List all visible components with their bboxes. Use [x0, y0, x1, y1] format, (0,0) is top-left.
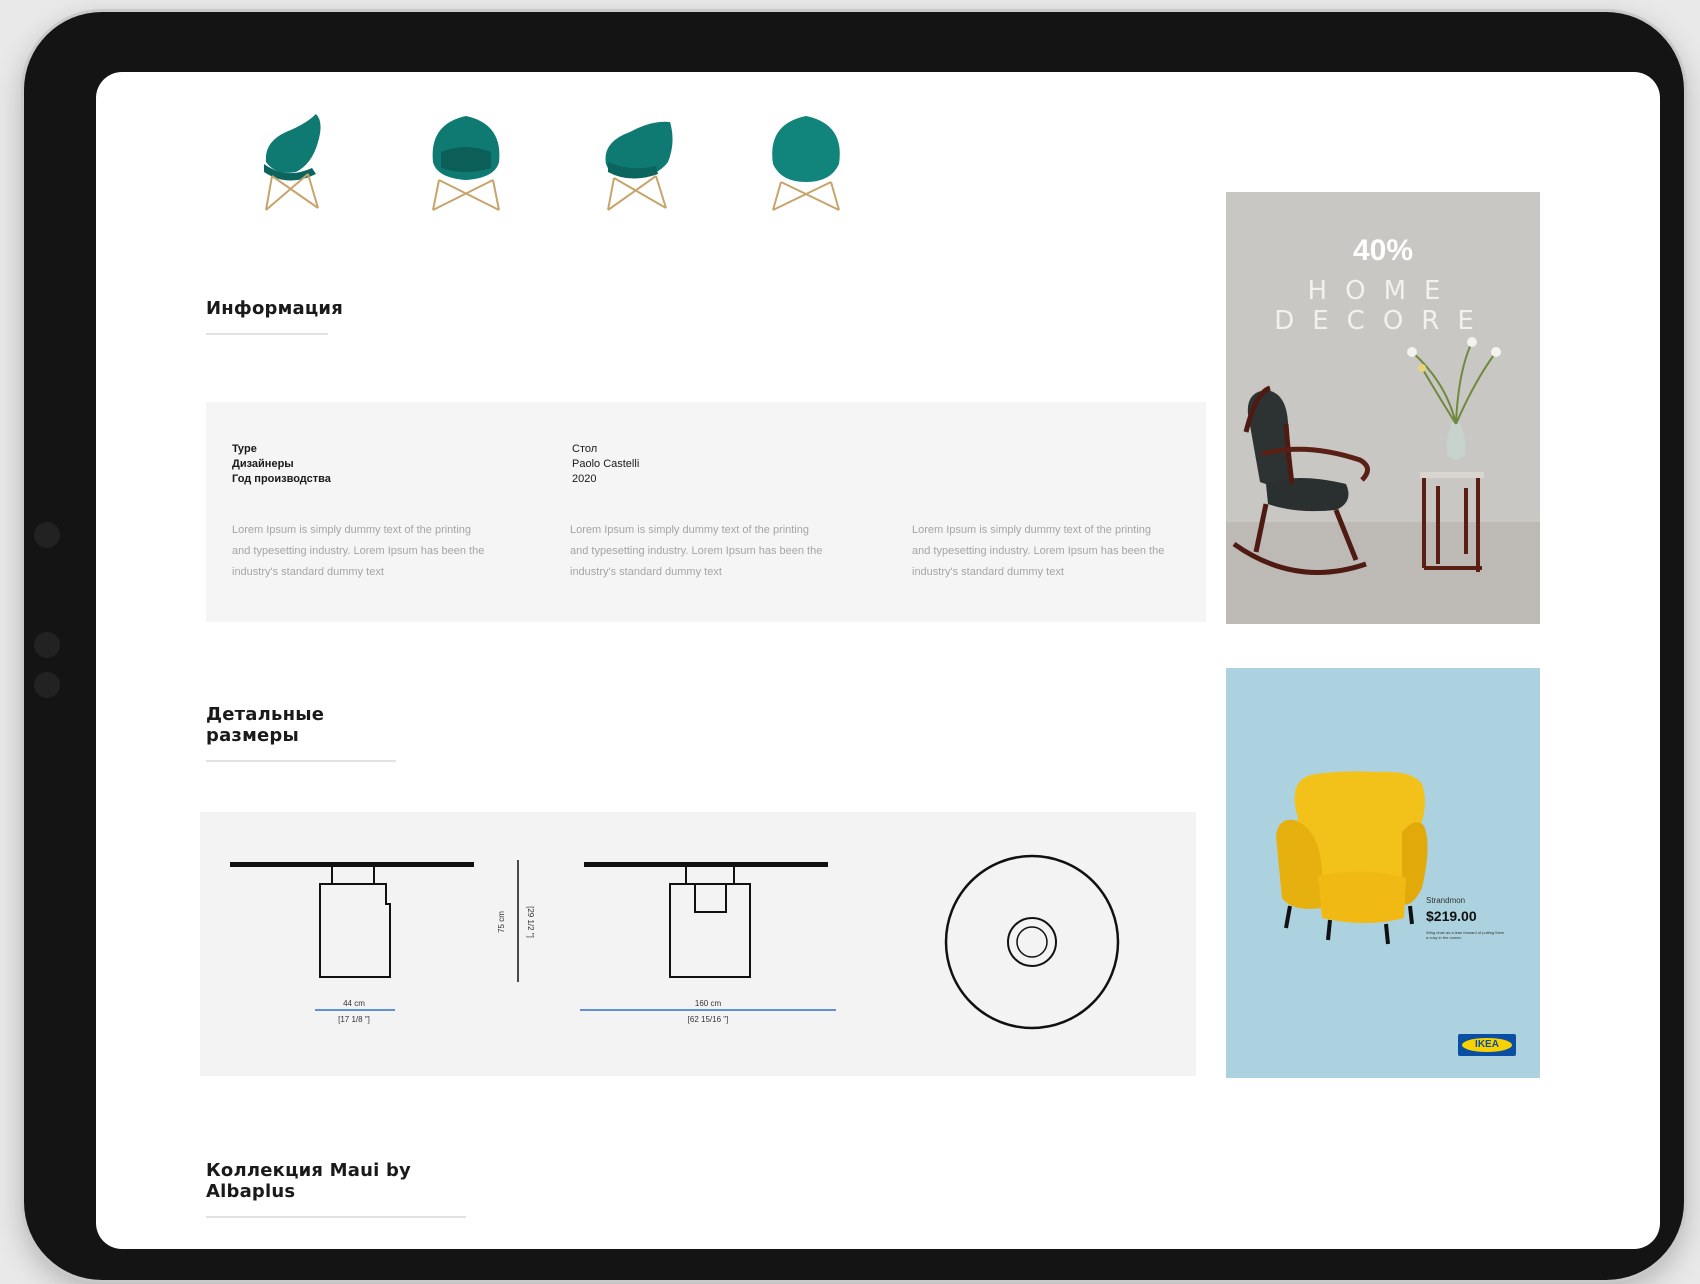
ikea-logo: IKEA	[1458, 1034, 1516, 1056]
info-paragraph: Lorem Ipsum is simply dummy text of the …	[232, 524, 485, 578]
height-in-label: [29 1/2 "]	[526, 906, 535, 938]
chair-icon	[772, 116, 840, 211]
info-paragraph: Lorem Ipsum is simply dummy text of the …	[570, 524, 823, 578]
screen: Информация Type Дизайнеры Год производст…	[96, 72, 1660, 1249]
promo-percent: 40%	[1352, 234, 1414, 267]
product-price: $219.00	[1426, 908, 1477, 924]
product-description: Wing chair as a lean forward of putting …	[1426, 930, 1505, 940]
info-panel: Type Дизайнеры Год производства Стол Pao…	[206, 402, 1206, 622]
ikea-logo-text: IKEA	[1462, 1038, 1512, 1052]
base-top-view	[1007, 917, 1057, 967]
info-value: Paolo Castelli	[572, 458, 640, 470]
thumbnail-chair-3[interactable]	[586, 102, 696, 217]
table-base-side	[319, 867, 391, 978]
thumbnail-chair-4[interactable]	[751, 102, 861, 217]
promo-line-2: DECORE	[1274, 306, 1492, 336]
tabletop-top-view	[944, 854, 1120, 1030]
vase	[1446, 422, 1466, 460]
tabletop-front	[584, 862, 828, 867]
section-title-collection: Коллекция Maui by Albaplus	[206, 1160, 466, 1218]
info-values: Стол Paolo Castelli 2020	[572, 442, 639, 487]
thumbnail-chair-2[interactable]	[411, 102, 521, 217]
chair-icon	[264, 114, 321, 211]
info-value: 2020	[572, 473, 597, 485]
promo-banner-ikea[interactable]: Strandmon $219.00 Wing chair as a lean f…	[1226, 668, 1540, 1078]
table-drawing: 44 cm [17 1/8 "] 75 cm [29 1/2 "] 160 cm…	[230, 854, 1120, 1030]
height-label: 75 cm	[497, 911, 506, 933]
section-title-info: Информация	[206, 298, 343, 335]
base-inner-top-view	[1016, 926, 1048, 958]
camera-dot	[34, 522, 60, 548]
armchair-right-arm	[1402, 822, 1428, 905]
thumbnail-chair-1[interactable]	[246, 102, 356, 217]
dim-large-label: 160 cm	[695, 999, 722, 1008]
tabletop-side	[230, 862, 474, 867]
chair-icon	[605, 121, 673, 211]
tablet-frame: Информация Type Дизайнеры Год производст…	[24, 12, 1684, 1280]
section-title-dimensions: Детальные размеры	[206, 704, 396, 762]
dim-small-label: 44 cm	[343, 999, 365, 1008]
armchair-scene	[1276, 771, 1428, 945]
product-name: Strandmon	[1426, 896, 1466, 905]
info-paragraph: Lorem Ipsum is simply dummy text of the …	[912, 524, 1165, 578]
info-key: Год производства	[232, 473, 331, 485]
thumbnail-strip	[246, 102, 866, 222]
info-value: Стол	[572, 443, 598, 455]
dim-small-in-label: [17 1/8 "]	[338, 1015, 370, 1024]
dim-large-in-label: [62 15/16 "]	[688, 1015, 729, 1024]
side-dot	[34, 632, 60, 658]
info-keys: Type Дизайнеры Год производства	[232, 442, 331, 487]
info-key: Дизайнеры	[232, 458, 294, 470]
side-dot	[34, 672, 60, 698]
dimensions-panel: 44 cm [17 1/8 "] 75 cm [29 1/2 "] 160 cm…	[200, 812, 1196, 1076]
promo-line-1: HOME	[1307, 276, 1459, 306]
table-base-front	[669, 867, 751, 978]
info-key: Type	[232, 443, 257, 455]
chair-icon	[432, 116, 500, 211]
promo-banner-home-decor[interactable]: 40% HOME DECORE	[1226, 192, 1540, 624]
chair-seat	[1266, 478, 1349, 512]
